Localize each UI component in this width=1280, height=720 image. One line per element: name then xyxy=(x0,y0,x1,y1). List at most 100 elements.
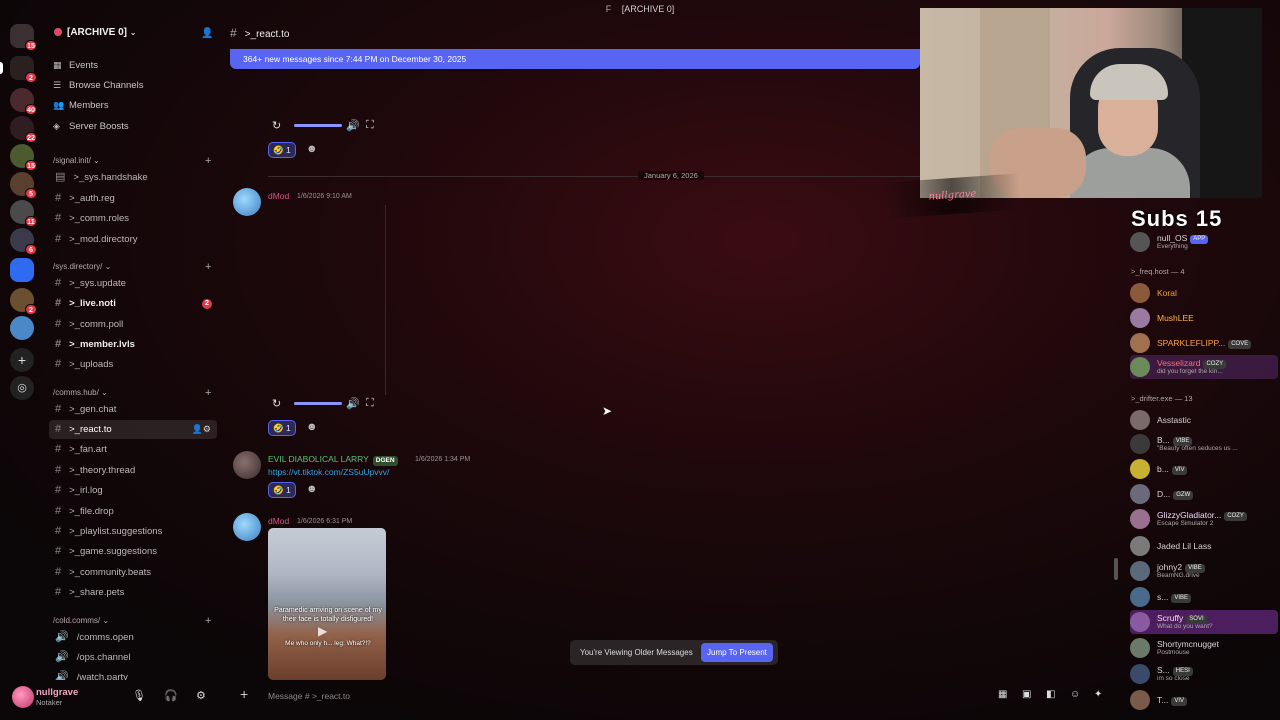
add-reaction-icon[interactable]: ☻ xyxy=(306,143,318,155)
nav-server-boosts[interactable]: ◈ Server Boosts xyxy=(53,121,129,132)
channel-playlist-suggestions[interactable]: # >_playlist.suggestions xyxy=(49,522,217,541)
member-row[interactable]: Koral xyxy=(1130,281,1278,305)
volume-slider[interactable] xyxy=(294,402,342,405)
channel-community-beats[interactable]: # >_community.beats xyxy=(49,563,217,582)
member-row[interactable]: S... HESI im so close xyxy=(1130,662,1278,686)
chat-scrollbar[interactable] xyxy=(1114,558,1118,580)
server-icon[interactable]: 40 xyxy=(10,88,37,115)
channel-game-suggestions[interactable]: # >_game.suggestions xyxy=(49,542,217,561)
server-icon[interactable]: 15 xyxy=(10,24,37,51)
server-icon[interactable]: 2 xyxy=(10,56,37,83)
channel-fan-art[interactable]: # >_fan.art xyxy=(49,440,217,459)
channel-member-lvls[interactable]: # >_member.lvls xyxy=(49,335,217,354)
category-sys-directory[interactable]: /sys.directory/ ⌄ + xyxy=(53,261,211,273)
server-icon[interactable]: 11 xyxy=(10,200,37,227)
emoji-icon[interactable]: ☺ xyxy=(1070,689,1080,700)
invite-icon[interactable]: 👤 xyxy=(201,28,213,39)
member-row[interactable]: B... VIBE "Beauty often seduces us ... xyxy=(1130,432,1278,456)
nav-events[interactable]: ▦ Events xyxy=(53,60,98,71)
video-embed[interactable] xyxy=(268,205,386,395)
channel-mod-directory[interactable]: # >_mod.directory xyxy=(49,230,217,249)
member-row[interactable]: johny2 VIBE BeamNG.drive xyxy=(1130,559,1278,583)
add-channel-icon[interactable]: + xyxy=(205,387,211,399)
avatar[interactable] xyxy=(12,686,34,708)
message-author[interactable]: dMod xyxy=(268,191,289,201)
reaction[interactable]: 🤣 1 xyxy=(268,420,296,436)
gif-icon[interactable]: ▣ xyxy=(1022,689,1031,700)
add-channel-icon[interactable]: + xyxy=(205,261,211,273)
nav-browse-channels[interactable]: ☰ Browse Channels xyxy=(53,80,143,91)
server-icon[interactable]: 2 xyxy=(10,288,37,315)
member-row[interactable]: GlizzyGladiator... COZY Escape Simulator 2 xyxy=(1130,507,1278,531)
server-icon[interactable]: 22 xyxy=(10,116,37,143)
server-icon[interactable] xyxy=(10,258,34,282)
add-channel-icon[interactable]: + xyxy=(205,615,211,627)
member-row[interactable]: Scruffy SOVI What do you want? xyxy=(1130,610,1278,634)
member-row[interactable]: Shortymcnugget Postmouse xyxy=(1130,636,1278,660)
member-row[interactable]: Asstastic xyxy=(1130,408,1278,432)
fullscreen-icon[interactable]: ⛶ xyxy=(366,119,374,132)
channel-comm-poll[interactable]: # >_comm.poll xyxy=(49,315,217,334)
member-row[interactable]: SPARKLEFLIPP... COVE xyxy=(1130,331,1278,355)
member-row[interactable]: Jaded Lil Lass xyxy=(1130,534,1278,558)
add-server-icon[interactable]: + xyxy=(10,348,34,372)
channel-live-noti[interactable]: # >_live.noti 2 xyxy=(49,294,217,313)
headphones-icon[interactable]: 🎧 xyxy=(164,689,178,702)
member-row[interactable]: D... GZW xyxy=(1130,482,1278,506)
discover-icon[interactable]: ◎ xyxy=(10,376,34,400)
sticker-icon[interactable]: ◧ xyxy=(1046,689,1055,700)
channel-share-pets[interactable]: # >_share.pets xyxy=(49,583,217,602)
avatar[interactable] xyxy=(233,188,261,216)
attach-plus-icon[interactable]: + xyxy=(240,686,248,702)
channel-react-to[interactable]: # >_react.to 👤⚙ xyxy=(49,420,217,439)
microphone-icon[interactable]: 🎙 xyxy=(132,689,146,702)
message-author[interactable]: dMod xyxy=(268,516,289,526)
volume-slider[interactable] xyxy=(294,124,342,127)
volume-icon[interactable]: 🔊 xyxy=(346,397,360,410)
channel-comm-roles[interactable]: # >_comm.roles xyxy=(49,209,217,228)
category-signal-init[interactable]: /signal.init/ ⌄ + xyxy=(53,155,211,167)
server-icon[interactable] xyxy=(10,316,34,340)
channel-ops-channel[interactable]: 🔊 /ops.channel xyxy=(49,648,217,667)
play-icon[interactable]: ▶ xyxy=(318,624,327,638)
channel-sys-update[interactable]: # >_sys.update xyxy=(49,274,217,293)
apps-icon[interactable]: ✦ xyxy=(1094,689,1102,700)
category-comms-hub[interactable]: /comms.hub/ ⌄ + xyxy=(53,387,211,399)
channel-settings-icons[interactable]: 👤⚙ xyxy=(192,420,211,439)
server-icon[interactable]: 6 xyxy=(10,228,37,255)
add-reaction-icon[interactable]: ☻ xyxy=(306,421,318,433)
server-icon[interactable]: 15 xyxy=(10,144,37,171)
member-row[interactable]: s... VIBE xyxy=(1130,585,1278,609)
member-row[interactable]: T... VIV xyxy=(1130,688,1278,712)
server-icon[interactable]: 5 xyxy=(10,172,37,199)
replay-icon[interactable]: ↻ xyxy=(272,119,281,132)
avatar[interactable] xyxy=(233,451,261,479)
replay-icon[interactable]: ↻ xyxy=(272,397,281,410)
gear-icon[interactable]: ⚙ xyxy=(196,689,206,702)
channel-theory-thread[interactable]: # >_theory.thread xyxy=(49,461,217,480)
add-channel-icon[interactable]: + xyxy=(205,155,211,167)
member-row[interactable]: MushLEE xyxy=(1130,306,1278,330)
new-messages-banner[interactable]: 364+ new messages since 7:44 PM on Decem… xyxy=(230,49,920,69)
gift-icon[interactable]: ▦ xyxy=(998,689,1007,700)
nav-members[interactable]: 👥 Members xyxy=(53,100,109,111)
channel-sys-handshake[interactable]: ▤ >_sys.handshake xyxy=(49,168,217,187)
fullscreen-icon[interactable]: ⛶ xyxy=(366,397,374,410)
reaction[interactable]: 🤣 1 xyxy=(268,482,296,498)
volume-icon[interactable]: 🔊 xyxy=(346,119,360,132)
member-row[interactable]: null_OS APP Everything xyxy=(1130,230,1278,254)
channel-watch-party[interactable]: 🔊 /watch.party xyxy=(49,668,217,680)
reaction[interactable]: 🤣 1 xyxy=(268,142,296,158)
channel-uploads[interactable]: # >_uploads xyxy=(49,355,217,374)
avatar[interactable] xyxy=(233,513,261,541)
add-reaction-icon[interactable]: ☻ xyxy=(306,483,318,495)
channel-comms-open[interactable]: 🔊 /comms.open xyxy=(49,628,217,647)
category-cold-comms[interactable]: /cold.comms/ ⌄ + xyxy=(53,615,211,627)
channel-file-drop[interactable]: # >_file.drop xyxy=(49,502,217,521)
channel-irl-log[interactable]: # >_irl.log xyxy=(49,481,217,500)
member-row[interactable]: b... VIV xyxy=(1130,457,1278,481)
message-link[interactable]: https://vt.tiktok.com/ZS5uUpvvv/ xyxy=(268,467,389,477)
message-input[interactable]: Message # >_react.to xyxy=(268,691,350,701)
jump-to-present-button[interactable]: Jump To Present xyxy=(701,643,773,662)
server-name-header[interactable]: [ARCHIVE 0] ⌄ xyxy=(54,27,137,38)
